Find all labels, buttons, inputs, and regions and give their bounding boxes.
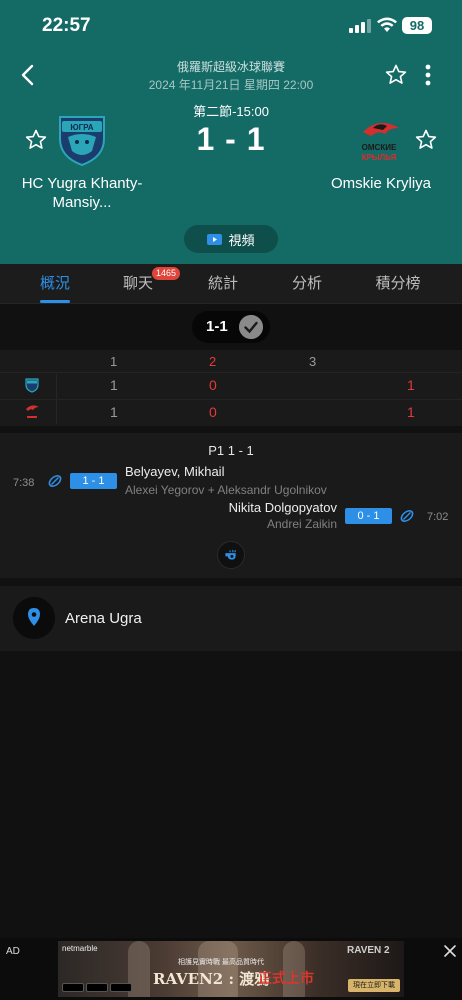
table-divider	[0, 372, 462, 373]
active-tab-indicator	[40, 300, 70, 303]
goal-assists: Andrei Zaikin	[266, 517, 337, 531]
store-badge	[110, 983, 132, 992]
goal-scorer[interactable]: Nikita Dolgopyatov	[229, 500, 337, 515]
hockey-puck-icon	[48, 475, 62, 487]
tab-stats[interactable]: 統計	[183, 264, 263, 304]
scoreline-pill: 1-1	[192, 311, 270, 343]
goal-assists: Alexei Yegorov + Aleksandr Ugolnikov	[125, 483, 327, 497]
wifi-icon	[377, 17, 397, 32]
video-button-label: 視頻	[228, 232, 255, 248]
away-team-mini-logo	[26, 405, 39, 418]
away-team-name[interactable]: Omskie Kryliya	[318, 174, 444, 193]
hockey-puck-icon	[400, 510, 414, 522]
away-team-logo[interactable]: ОМСКИЕ КРЫЛЬЯ	[349, 118, 409, 164]
period-event-title: P1 1 - 1	[208, 443, 254, 458]
ad-title-accent: 正式上市	[258, 970, 314, 986]
event-score-badge: 0 - 1	[345, 508, 392, 524]
ad-brand: netmarble	[62, 944, 98, 953]
home-period-2-score: 0	[209, 377, 217, 393]
status-time: 22:57	[42, 15, 91, 36]
favorite-away-star-icon[interactable]	[414, 128, 438, 152]
whistle-icon	[217, 541, 245, 569]
svg-text:ОМСКИЕ: ОМСКИЕ	[362, 143, 397, 152]
away-total-score: 1	[407, 404, 415, 420]
tab-analysis[interactable]: 分析	[267, 264, 347, 304]
match-header: 22:57 98 俄羅斯超級冰球聯賽 2024 年11月21日 星期四 22:0…	[0, 0, 462, 264]
goal-scorer[interactable]: Belyayev, Mikhail	[125, 464, 224, 479]
period-header-2: 2	[209, 354, 217, 369]
home-total-score: 1	[407, 377, 415, 393]
tab-standings[interactable]: 積分榜	[358, 264, 438, 304]
goal-events-card: P1 1 - 1 7:38 1 - 1 Belyayev, Mikhail Al…	[0, 433, 462, 578]
tab-bar: 概況 聊天 統計 分析 積分榜	[0, 264, 462, 304]
ad-game-logo: RAVEN 2	[347, 945, 390, 956]
scoreline-text: 1-1	[206, 318, 228, 335]
svg-text:КРЫЛЬЯ: КРЫЛЬЯ	[362, 153, 397, 162]
ad-label: AD	[6, 946, 20, 957]
ad-banner[interactable]: netmarble 相護見實時戰 最高品質時代 RAVEN2 : 渡鴉 正式上市…	[58, 941, 404, 997]
close-icon[interactable]	[443, 944, 457, 958]
venue-card[interactable]: Arena Ugra	[0, 586, 462, 651]
home-team-logo[interactable]: ЮГРА	[54, 111, 110, 167]
period-header-1: 1	[110, 354, 118, 369]
google-play-badge	[86, 983, 108, 992]
app-store-badge	[62, 983, 84, 992]
event-time: 7:38	[13, 477, 35, 489]
ad-banner-bar: AD netmarble 相護見實時戰 最高品質時代 RAVEN2 : 渡鴉 正…	[0, 938, 462, 1000]
ad-title: RAVEN2 : 渡鴉	[153, 970, 270, 988]
away-period-2-score: 0	[209, 404, 217, 420]
ad-download-button[interactable]: 現在立即下載	[348, 979, 400, 992]
battery-indicator: 98	[402, 17, 432, 34]
period-score-table: 1 2 3 1 0 1 1 0 1	[0, 350, 462, 426]
event-time: 7:02	[427, 511, 449, 523]
checkmark-icon	[239, 315, 263, 339]
video-button[interactable]: 視頻	[184, 225, 278, 253]
away-period-1-score: 1	[110, 404, 118, 420]
tab-overview[interactable]: 概況	[15, 264, 95, 304]
favorite-home-star-icon[interactable]	[24, 128, 48, 152]
chat-count-badge: 1465	[152, 267, 181, 280]
favorite-match-star-icon[interactable]	[384, 63, 408, 87]
svg-text:ЮГРА: ЮГРА	[70, 123, 93, 132]
event-score-badge: 1 - 1	[70, 473, 117, 489]
home-team-name[interactable]: HC Yugra Khanty-Mansiy...	[12, 174, 152, 212]
venue-name: Arena Ugra	[65, 610, 142, 627]
ad-subtitle: 相護見實時戰 最高品質時代	[178, 959, 264, 966]
period-header-3: 3	[309, 354, 317, 369]
table-divider	[0, 399, 462, 400]
status-bar: 22:57 98	[0, 0, 462, 50]
home-team-mini-logo	[25, 378, 39, 393]
video-play-icon	[207, 233, 223, 245]
more-options-icon[interactable]	[420, 62, 436, 88]
location-pin-icon	[13, 597, 55, 639]
home-period-1-score: 1	[110, 377, 118, 393]
cellular-signal-icon	[349, 19, 371, 33]
